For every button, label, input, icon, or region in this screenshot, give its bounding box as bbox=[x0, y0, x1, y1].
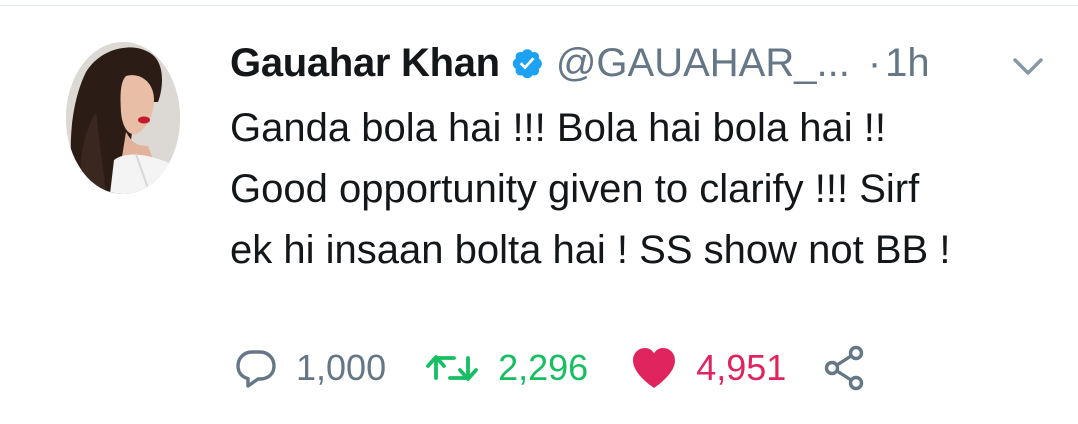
tweet-text: Ganda bola hai !!! Bola hai bola hai !! … bbox=[230, 98, 1050, 281]
retweet-icon bbox=[426, 355, 478, 381]
retweet-button[interactable]: 2,296 bbox=[424, 347, 588, 389]
like-count: 4,951 bbox=[696, 347, 787, 388]
tweet-actions: 1,000 2,296 4,951 bbox=[234, 338, 868, 398]
verified-badge-icon bbox=[510, 46, 544, 80]
share-icon bbox=[825, 345, 864, 391]
heart-icon bbox=[633, 348, 676, 388]
separator-dot: · bbox=[867, 40, 882, 85]
tweet-text-line: Good opportunity given to clarify !!! Si… bbox=[230, 167, 920, 211]
tweet-text-line: ek hi insaan bolta hai ! SS show not BB … bbox=[230, 228, 951, 272]
reply-button[interactable]: 1,000 bbox=[234, 347, 386, 389]
share-button[interactable] bbox=[822, 345, 868, 391]
like-button[interactable]: 4,951 bbox=[630, 346, 786, 390]
avatar[interactable] bbox=[66, 42, 180, 194]
tweet-text-line: Ganda bola hai !!! Bola hai bola hai !! bbox=[230, 106, 887, 150]
avatar-image bbox=[66, 42, 180, 194]
tweet-header: Gauahar Khan @GAUAHAR_... · 1h bbox=[230, 38, 930, 88]
author-name[interactable]: Gauahar Khan bbox=[230, 41, 500, 86]
reply-bubble-icon bbox=[236, 350, 276, 388]
tweet[interactable]: Gauahar Khan @GAUAHAR_... · 1h Ganda bol… bbox=[0, 0, 1078, 424]
chevron-down-icon[interactable] bbox=[1010, 52, 1046, 80]
timestamp[interactable]: 1h bbox=[885, 41, 930, 86]
retweet-count: 2,296 bbox=[498, 347, 589, 388]
reply-count: 1,000 bbox=[296, 347, 387, 388]
author-handle[interactable]: @GAUAHAR_... bbox=[556, 41, 850, 86]
